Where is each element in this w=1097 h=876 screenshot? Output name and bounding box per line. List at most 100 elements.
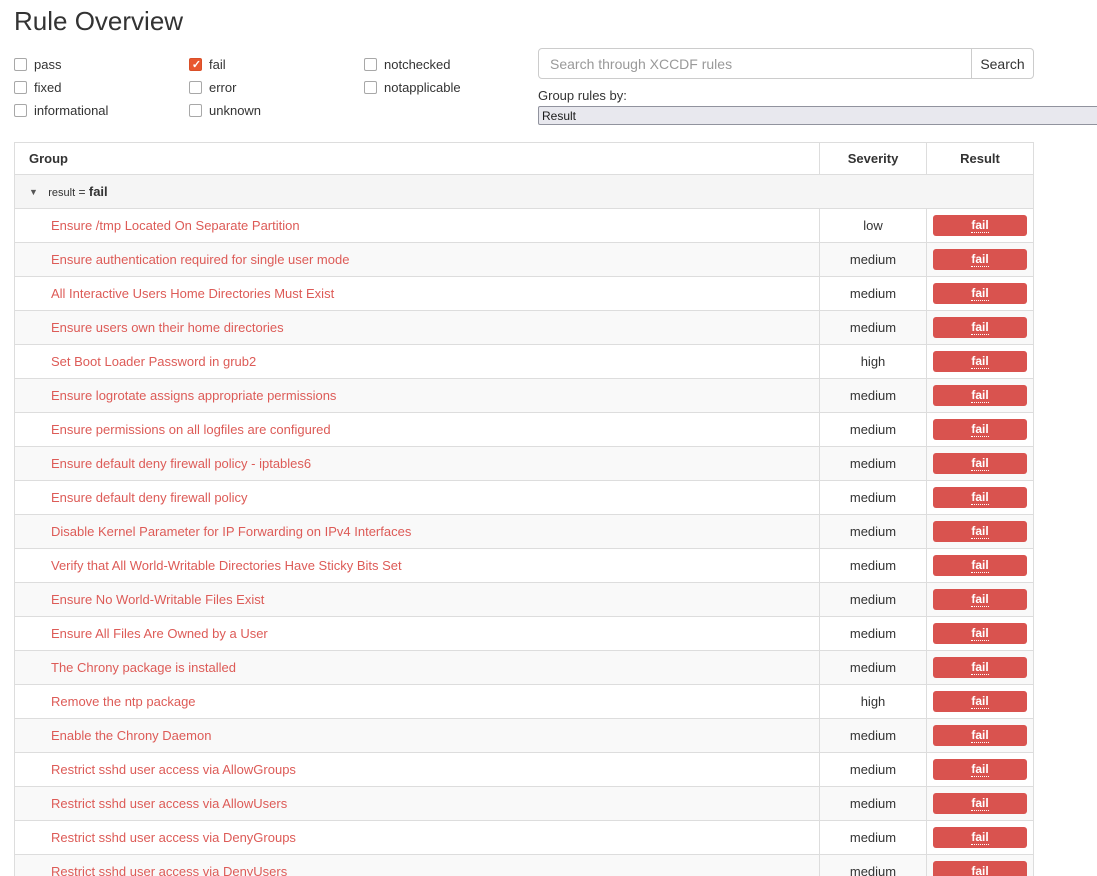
result-cell: fail [926, 310, 1034, 345]
severity-cell: medium [819, 820, 927, 855]
rule-row: Restrict sshd user access via AllowUsers… [14, 786, 1034, 821]
result-badge[interactable]: fail [933, 793, 1027, 814]
rule-row: Ensure default deny firewall policy medi… [14, 480, 1034, 515]
result-cell: fail [926, 344, 1034, 379]
rule-title-link[interactable]: Set Boot Loader Password in grub2 [51, 354, 256, 369]
rule-title-link[interactable]: Ensure All Files Are Owned by a User [51, 626, 268, 641]
rule-title-link[interactable]: Ensure No World-Writable Files Exist [51, 592, 264, 607]
filter-checkbox-input[interactable] [14, 58, 27, 71]
rule-title-link[interactable]: Disable Kernel Parameter for IP Forwardi… [51, 524, 411, 539]
severity-cell: medium [819, 310, 927, 345]
result-cell: fail [926, 242, 1034, 277]
filter-checkbox-input[interactable] [364, 58, 377, 71]
rule-title-link[interactable]: Enable the Chrony Daemon [51, 728, 211, 743]
result-cell: fail [926, 854, 1034, 876]
rule-title-link[interactable]: Restrict sshd user access via AllowGroup… [51, 762, 296, 777]
result-badge[interactable]: fail [933, 215, 1027, 236]
result-badge[interactable]: fail [933, 827, 1027, 848]
result-cell: fail [926, 514, 1034, 549]
result-filter-checkboxes: pass fixed informational fail error unkn… [14, 57, 544, 126]
rule-overview-page: Rule Overview pass fixed informational f… [0, 0, 1097, 876]
checkbox-column: pass fixed informational [14, 57, 189, 126]
filter-checkbox-label: fixed [34, 80, 62, 95]
rule-title-link[interactable]: Restrict sshd user access via DenyGroups [51, 830, 296, 845]
result-badge[interactable]: fail [933, 555, 1027, 576]
rule-title-link[interactable]: Ensure /tmp Located On Separate Partitio… [51, 218, 300, 233]
severity-cell: high [819, 684, 927, 719]
result-badge[interactable]: fail [933, 861, 1027, 876]
filter-checkbox-notchecked[interactable]: notchecked [364, 57, 544, 72]
filter-checkbox-error[interactable]: error [189, 80, 364, 95]
result-badge[interactable]: fail [933, 419, 1027, 440]
result-badge[interactable]: fail [933, 691, 1027, 712]
page-title: Rule Overview [14, 6, 184, 36]
filter-checkbox-label: notapplicable [384, 80, 461, 95]
result-cell: fail [926, 752, 1034, 787]
severity-cell: medium [819, 786, 927, 821]
rule-row: Ensure logrotate assigns appropriate per… [14, 378, 1034, 413]
result-badge[interactable]: fail [933, 759, 1027, 780]
filter-checkbox-input[interactable] [14, 81, 27, 94]
rule-title-link[interactable]: Remove the ntp package [51, 694, 196, 709]
severity-cell: medium [819, 242, 927, 277]
rule-title-link[interactable]: Ensure default deny firewall policy [51, 490, 248, 505]
filter-checkbox-informational[interactable]: informational [14, 103, 189, 118]
group-key-label: result [48, 187, 76, 199]
rule-row: Ensure No World-Writable Files Exist med… [14, 582, 1034, 617]
filter-checkbox-label: pass [34, 57, 62, 72]
result-badge[interactable]: fail [933, 487, 1027, 508]
rule-title-link[interactable]: Ensure default deny firewall policy - ip… [51, 456, 311, 471]
filter-checkbox-unknown[interactable]: unknown [189, 103, 364, 118]
rule-row: Ensure permissions on all logfiles are c… [14, 412, 1034, 447]
result-badge[interactable]: fail [933, 385, 1027, 406]
result-badge[interactable]: fail [933, 351, 1027, 372]
checkbox-column: notchecked notapplicable [364, 57, 544, 126]
rule-row: Ensure default deny firewall policy - ip… [14, 446, 1034, 481]
severity-cell: medium [819, 854, 927, 876]
result-cell: fail [926, 480, 1034, 515]
filter-checkbox-input[interactable] [189, 104, 202, 117]
result-badge[interactable]: fail [933, 283, 1027, 304]
table-header-row: Group Severity Result [14, 142, 1034, 175]
severity-cell: medium [819, 582, 927, 617]
chevron-down-icon[interactable]: ▼ [29, 187, 38, 197]
result-badge[interactable]: fail [933, 521, 1027, 542]
filter-checkbox-input[interactable] [14, 104, 27, 117]
filter-checkbox-input[interactable] [189, 58, 203, 72]
severity-cell: medium [819, 412, 927, 447]
severity-cell: medium [819, 718, 927, 753]
filter-checkbox-notapplicable[interactable]: notapplicable [364, 80, 544, 95]
result-badge[interactable]: fail [933, 317, 1027, 338]
filter-checkbox-label: fail [209, 57, 226, 72]
result-badge[interactable]: fail [933, 453, 1027, 474]
result-badge[interactable]: fail [933, 589, 1027, 610]
rule-title-link[interactable]: Restrict sshd user access via AllowUsers [51, 796, 287, 811]
rule-title-link[interactable]: Ensure users own their home directories [51, 320, 284, 335]
result-badge[interactable]: fail [933, 623, 1027, 644]
filter-checkbox-input[interactable] [189, 81, 202, 94]
result-badge[interactable]: fail [933, 657, 1027, 678]
result-cell: fail [926, 820, 1034, 855]
group-by-select[interactable]: Result [538, 106, 1097, 125]
rule-title-link[interactable]: Ensure authentication required for singl… [51, 252, 349, 267]
rule-title-link[interactable]: All Interactive Users Home Directories M… [51, 286, 334, 301]
rule-title-link[interactable]: Restrict sshd user access via DenyUsers [51, 864, 287, 876]
filter-checkbox-pass[interactable]: pass [14, 57, 189, 72]
rule-title-link[interactable]: Verify that All World-Writable Directori… [51, 558, 402, 573]
filter-checkbox-fixed[interactable]: fixed [14, 80, 189, 95]
search-button[interactable]: Search [971, 48, 1034, 79]
result-badge[interactable]: fail [933, 725, 1027, 746]
rule-title-link[interactable]: Ensure logrotate assigns appropriate per… [51, 388, 336, 403]
rule-title-link[interactable]: The Chrony package is installed [51, 660, 236, 675]
group-rules-by-label: Group rules by: [538, 88, 627, 103]
result-badge[interactable]: fail [933, 249, 1027, 270]
filter-checkbox-input[interactable] [364, 81, 377, 94]
rule-row: Restrict sshd user access via AllowGroup… [14, 752, 1034, 787]
rule-row: Remove the ntp package high fail [14, 684, 1034, 719]
group-header-row[interactable]: ▼ result = fail [14, 174, 1034, 209]
search-input[interactable] [538, 48, 972, 79]
result-cell: fail [926, 446, 1034, 481]
result-cell: fail [926, 650, 1034, 685]
rule-title-link[interactable]: Ensure permissions on all logfiles are c… [51, 422, 331, 437]
filter-checkbox-fail[interactable]: fail [189, 57, 364, 72]
